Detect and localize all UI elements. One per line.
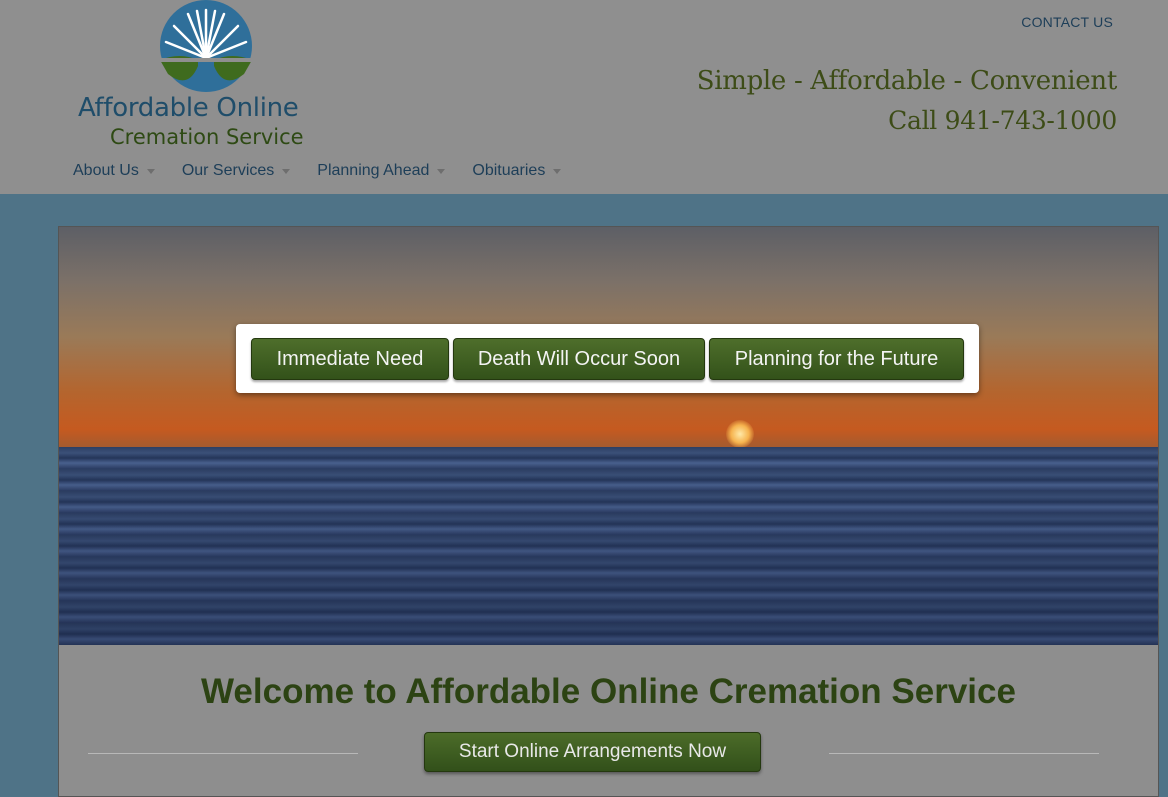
nav-item-about-us[interactable]: About Us [73, 162, 155, 180]
nav-item-label: About Us [73, 162, 139, 179]
sun-image [726, 420, 754, 448]
divider-left [88, 753, 358, 754]
hero-banner: Immediate Need Death Will Occur Soon Pla… [59, 227, 1158, 645]
logo-subtitle: Cremation Service [110, 125, 304, 149]
immediate-need-button[interactable]: Immediate Need [251, 338, 449, 380]
caret-down-icon [437, 168, 446, 174]
phone-number[interactable]: Call 941-743-1000 [888, 106, 1117, 135]
main-nav: About Us Our Services Planning Ahead Obi… [73, 162, 588, 180]
nav-item-label: Our Services [181, 162, 275, 179]
death-will-occur-soon-button[interactable]: Death Will Occur Soon [453, 338, 705, 380]
divider-right [829, 753, 1099, 754]
site-header: Affordable Online Cremation Service CONT… [0, 0, 1168, 194]
caret-down-icon [553, 168, 562, 174]
caret-down-icon [282, 168, 291, 174]
logo-title: Affordable Online [78, 93, 299, 123]
nav-item-label: Planning Ahead [317, 162, 430, 179]
nav-item-label: Obituaries [472, 162, 546, 179]
tagline: Simple - Affordable - Convenient [696, 66, 1118, 96]
need-selector-box: Immediate Need Death Will Occur Soon Pla… [236, 324, 979, 393]
start-online-arrangements-button[interactable]: Start Online Arrangements Now [424, 732, 761, 772]
nav-item-planning-ahead[interactable]: Planning Ahead [317, 162, 446, 180]
content-panel: Immediate Need Death Will Occur Soon Pla… [58, 226, 1159, 797]
welcome-heading: Welcome to Affordable Online Cremation S… [201, 672, 1016, 711]
nav-item-obituaries[interactable]: Obituaries [472, 162, 562, 180]
caret-down-icon [146, 168, 155, 174]
contact-us-link[interactable]: CONTACT US [1021, 14, 1113, 30]
nav-item-our-services[interactable]: Our Services [181, 162, 291, 180]
planning-for-the-future-button[interactable]: Planning for the Future [709, 338, 964, 380]
sunburst-logo-icon [158, 0, 254, 92]
ocean-shade [59, 447, 1158, 645]
